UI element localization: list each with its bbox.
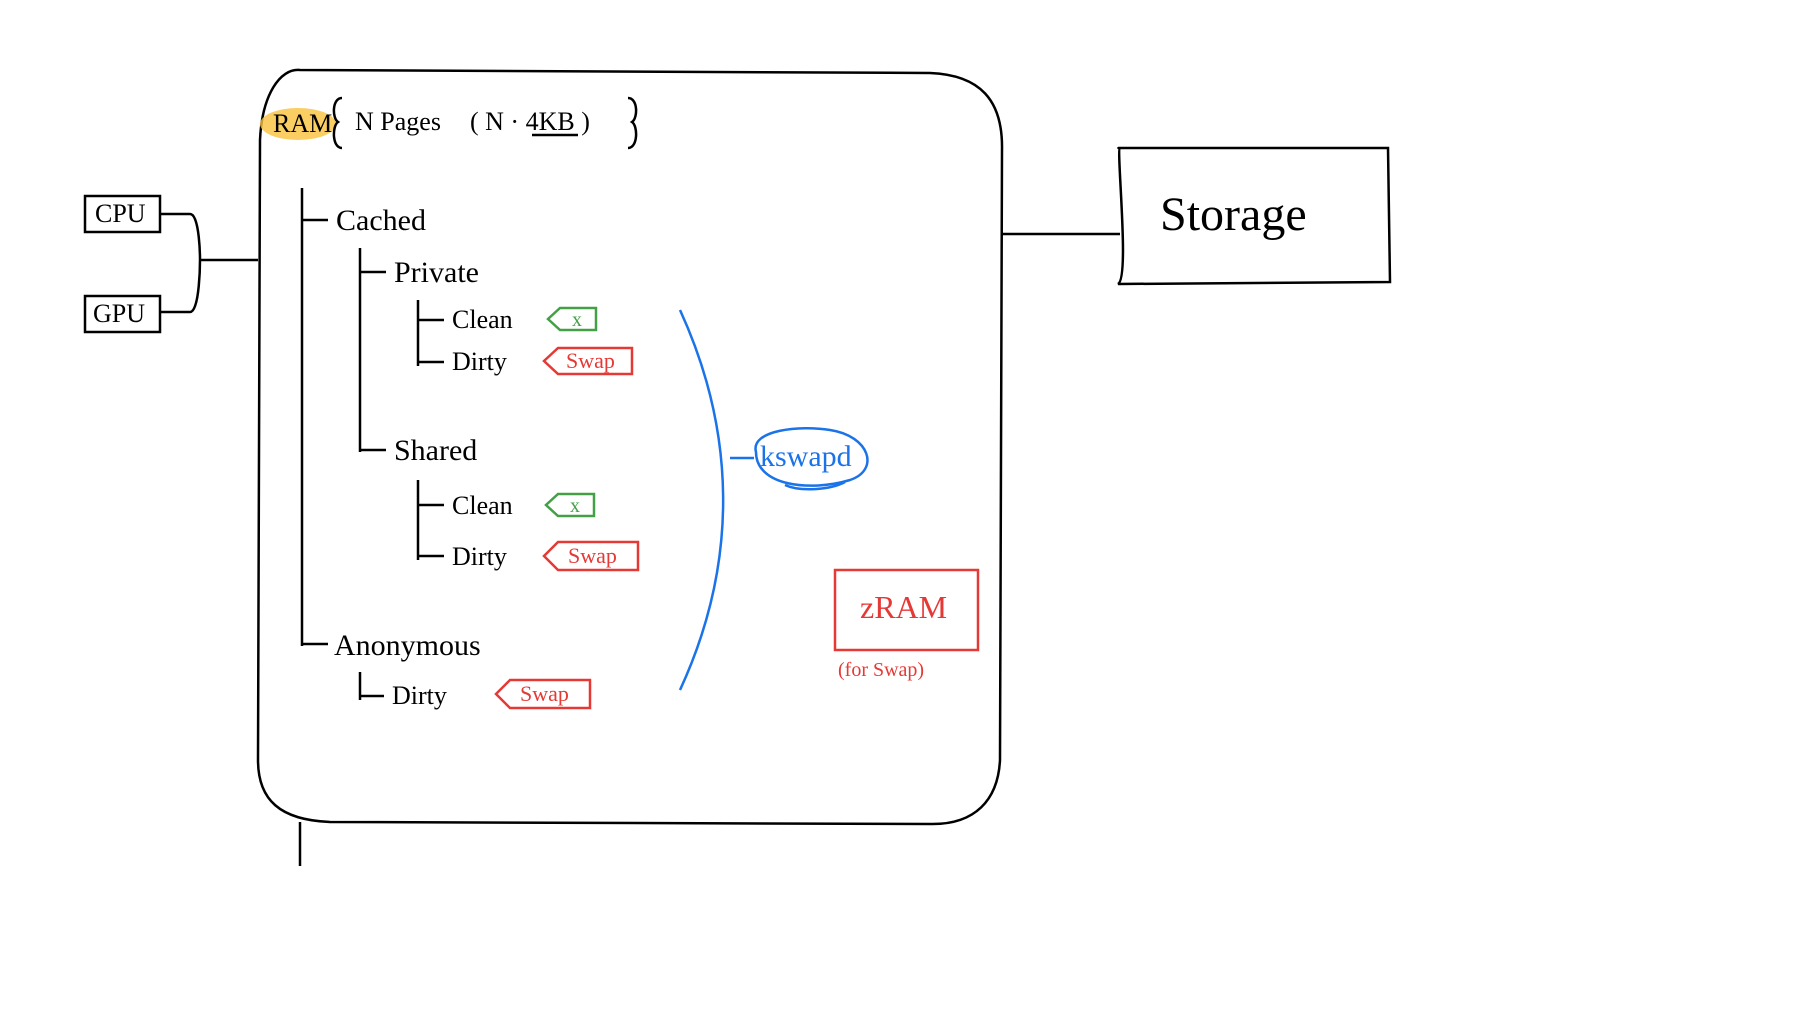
ram-header-pages: N Pages xyxy=(355,107,441,136)
ram-header-size: ( N · 4KB ) xyxy=(470,107,590,136)
ram-label: RAM xyxy=(273,109,332,138)
label-zram-note: (for Swap) xyxy=(838,659,924,681)
label-kswapd: kswapd xyxy=(760,440,852,473)
tag-private-dirty-text: Swap xyxy=(566,348,615,373)
diagram-canvas: CPU GPU RAM N Pages ( N · 4KB ) Cached P… xyxy=(0,0,1796,1026)
storage-box: Storage xyxy=(1118,148,1390,284)
label-private: Private xyxy=(394,256,479,289)
tag-anon-dirty: Swap xyxy=(496,680,590,708)
label-cached: Cached xyxy=(336,204,426,237)
cpu-label: CPU xyxy=(95,199,146,228)
kswapd-arc xyxy=(680,310,723,690)
tag-anon-dirty-text: Swap xyxy=(520,681,569,706)
label-private-dirty: Dirty xyxy=(452,347,507,376)
tag-private-clean-text: x xyxy=(572,309,582,331)
tag-shared-clean-text: x xyxy=(570,495,580,517)
label-shared-dirty: Dirty xyxy=(452,542,507,571)
cpu-gpu-bracket xyxy=(160,214,258,312)
label-shared-clean: Clean xyxy=(452,491,513,520)
zram-box: zRAM (for Swap) xyxy=(835,570,978,681)
cpu-box: CPU xyxy=(85,196,160,232)
label-shared: Shared xyxy=(394,434,477,467)
tag-private-dirty: Swap xyxy=(544,348,632,374)
tag-shared-clean: x xyxy=(546,494,594,517)
gpu-label: GPU xyxy=(93,299,145,328)
label-anon: Anonymous xyxy=(334,629,481,662)
label-storage: Storage xyxy=(1160,188,1307,241)
label-zram: zRAM xyxy=(860,589,947,625)
label-private-clean: Clean xyxy=(452,305,513,334)
gpu-box: GPU xyxy=(85,296,160,332)
tag-shared-dirty-text: Swap xyxy=(568,543,617,568)
ram-box xyxy=(258,70,1002,824)
ram-brace-right xyxy=(628,98,636,148)
label-anon-dirty: Dirty xyxy=(392,681,447,710)
tag-shared-dirty: Swap xyxy=(544,542,638,570)
tag-private-clean: x xyxy=(548,308,596,331)
